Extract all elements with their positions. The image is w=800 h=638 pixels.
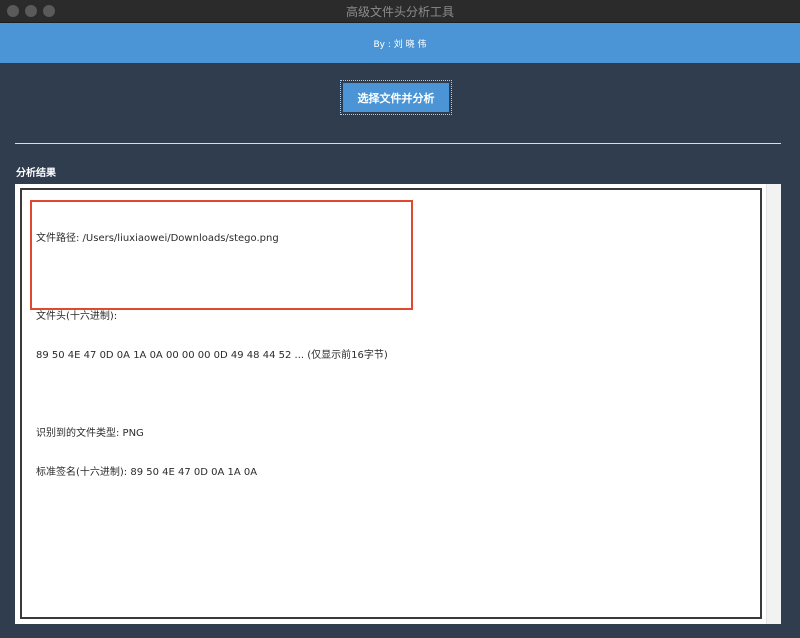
analyze-button-focus-ring: 选择文件并分析 [340,80,452,115]
results-text-area[interactable]: 文件路径: /Users/liuxiaowei/Downloads/stego.… [20,188,762,619]
select-file-analyze-button[interactable]: 选择文件并分析 [343,83,449,112]
file-path-line: 文件路径: /Users/liuxiaowei/Downloads/stego.… [36,233,279,244]
window-title: 高级文件头分析工具 [345,5,454,19]
header-hex-line: 89 50 4E 47 0D 0A 1A 0A 00 00 00 0D 49 4… [36,350,388,361]
results-section-label: 分析结果 [16,168,56,179]
results-scrollbar[interactable] [766,184,781,624]
header-label-line: 文件头(十六进制): [36,311,118,322]
author-label: By : 刘 晓 伟 [373,40,427,50]
standard-signature-line: 标准签名(十六进制): 89 50 4E 47 0D 0A 1A 0A [36,467,258,478]
results-text: 文件路径: /Users/liuxiaowei/Downloads/stego.… [36,206,388,505]
divider [15,143,781,144]
results-panel: 文件路径: /Users/liuxiaowei/Downloads/stego.… [15,184,781,624]
title-bar: 高级文件头分析工具 [0,0,800,23]
app-window: 高级文件头分析工具 By : 刘 晓 伟 选择文件并分析 分析结果 文件路径: … [0,0,800,638]
detected-type-line: 识别到的文件类型: PNG [36,428,144,439]
header-banner: By : 刘 晓 伟 [0,23,800,63]
